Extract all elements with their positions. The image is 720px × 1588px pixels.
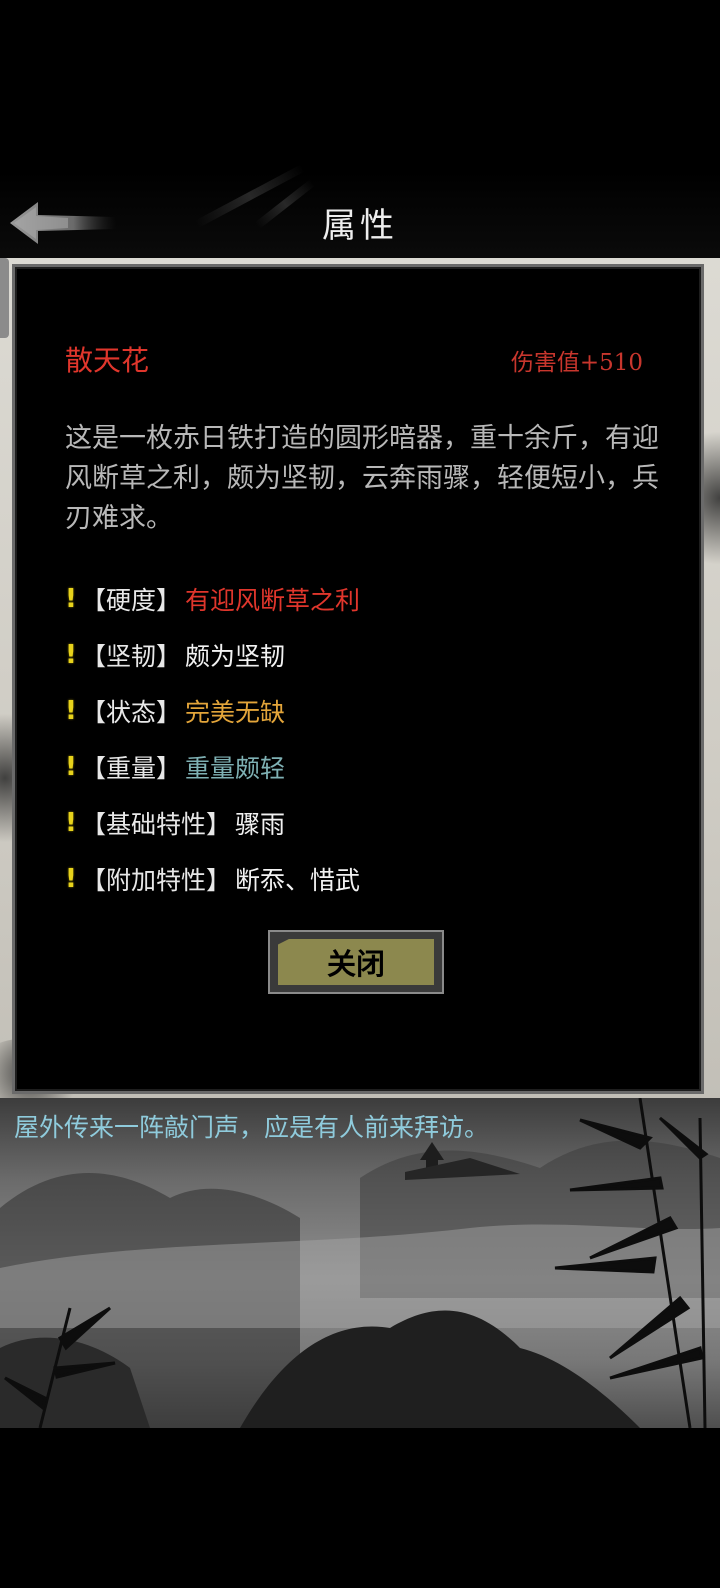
attribute-label: 【重量】 xyxy=(81,754,182,783)
attribute-value: 完美无缺 xyxy=(185,698,286,727)
attribute-row-toughness: ! 【坚韧】 颇为坚韧 xyxy=(65,627,675,683)
item-description: 这是一枚赤日铁打造的圆形暗器，重十余斤，有迎风断草之利，颇为坚韧，云奔雨骤，轻便… xyxy=(65,423,659,534)
close-button-label: 关闭 xyxy=(278,939,434,985)
attribute-value: 断忝、惜武 xyxy=(235,866,361,895)
landscape-illustration xyxy=(0,1098,720,1428)
attribute-label: 【状态】 xyxy=(81,698,182,727)
close-button[interactable]: 关闭 xyxy=(268,930,444,994)
attribute-label: 【硬度】 xyxy=(81,586,182,615)
attribute-label: 【基础特性】 xyxy=(81,810,232,839)
attribute-value: 骤雨 xyxy=(235,810,286,839)
page-title: 属性 xyxy=(322,206,398,246)
attribute-row-hardness: ! 【硬度】 有迎风断草之利 xyxy=(65,571,675,627)
attribute-label: 【附加特性】 xyxy=(81,866,232,895)
attribute-value: 颇为坚韧 xyxy=(185,642,286,671)
exclamation-icon: ! xyxy=(65,864,77,894)
attribute-list: ! 【硬度】 有迎风断草之利 ! 【坚韧】 颇为坚韧 ! 【状态】 完美无缺 !… xyxy=(65,571,675,907)
exclamation-icon: ! xyxy=(65,640,77,670)
exclamation-icon: ! xyxy=(65,752,77,782)
attribute-value: 重量颇轻 xyxy=(185,754,286,783)
attribute-row-condition: ! 【状态】 完美无缺 xyxy=(65,683,675,739)
attribute-row-base-trait: ! 【基础特性】 骤雨 xyxy=(65,795,675,851)
header-bar: 属性 xyxy=(0,164,720,262)
item-name: 散天花 xyxy=(65,344,150,377)
scrollbar[interactable] xyxy=(0,258,9,338)
item-attribute-dialog: 散天花 伤害值+510 这是一枚赤日铁打造的圆形暗器，重十余斤，有迎风断草之利，… xyxy=(12,264,704,1094)
attribute-label: 【坚韧】 xyxy=(81,642,182,671)
attribute-value: 有迎风断草之利 xyxy=(185,586,361,615)
exclamation-icon: ! xyxy=(65,696,77,726)
exclamation-icon: ! xyxy=(65,808,77,838)
exclamation-icon: ! xyxy=(65,584,77,614)
attribute-row-weight: ! 【重量】 重量颇轻 xyxy=(65,739,675,795)
attribute-row-extra-trait: ! 【附加特性】 断忝、惜武 xyxy=(65,851,675,907)
ink-landscape-scene: 屋外传来一阵敲门声，应是有人前来拜访。 xyxy=(0,1098,720,1428)
event-message: 屋外传来一阵敲门声，应是有人前来拜访。 xyxy=(14,1113,490,1142)
damage-value: 伤害值+510 xyxy=(510,350,643,376)
game-screen: 属性 散天花 伤害值+510 这是一枚赤日铁打造的圆形暗器，重十余斤，有迎风断草… xyxy=(0,0,720,1588)
